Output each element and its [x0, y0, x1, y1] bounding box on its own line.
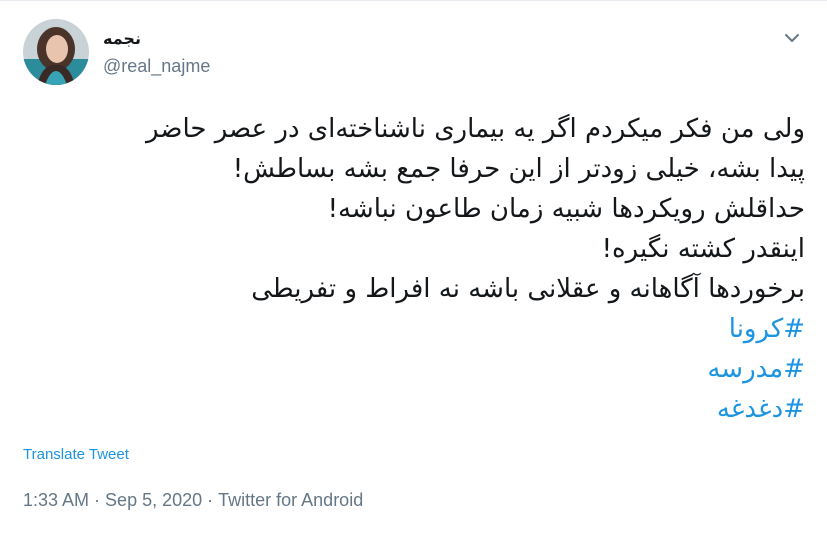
tweet-text-line: اینقدر کشته نگیره!: [601, 234, 805, 264]
tweet-menu-button[interactable]: [781, 27, 803, 49]
tweet-card: نجمه @real_najme ولی من فکر میکردم اگر ی…: [0, 0, 827, 535]
tweet-text-line: حداقلش رویکردها شبیه زمان طاعون نباشه!: [327, 194, 805, 224]
tweet-date[interactable]: Sep 5, 2020: [105, 490, 202, 511]
hashtag-link[interactable]: #کرونا: [15, 309, 805, 349]
meta-separator: ·: [89, 490, 106, 510]
meta-separator: ·: [202, 490, 219, 510]
tweet-text-line: ولی من فکر میکردم اگر یه بیماری ناشناخته…: [146, 114, 805, 144]
avatar-image: [23, 19, 89, 85]
tweet-source[interactable]: Twitter for Android: [218, 490, 363, 511]
author-handle[interactable]: @real_najme: [103, 56, 210, 77]
tweet-text: ولی من فکر میکردم اگر یه بیماری ناشناخته…: [15, 109, 805, 429]
tweet-metadata: 1:33 AM · Sep 5, 2020 · Twitter for Andr…: [23, 490, 363, 511]
tweet-time[interactable]: 1:33 AM: [23, 490, 89, 511]
chevron-down-icon: [785, 34, 799, 42]
translate-tweet-link[interactable]: Translate Tweet: [23, 446, 129, 463]
hashtag-link[interactable]: #دغدغه: [15, 389, 805, 429]
author-avatar[interactable]: [23, 19, 89, 85]
tweet-text-line: برخوردها آگاهانه و عقلانی باشه نه افراط …: [251, 274, 805, 304]
tweet-text-line: پیدا بشه، خیلی زودتر از این حرفا جمع بشه…: [232, 154, 805, 184]
author-display-name[interactable]: نجمه: [103, 29, 141, 49]
hashtag-link[interactable]: #مدرسه: [15, 349, 805, 389]
